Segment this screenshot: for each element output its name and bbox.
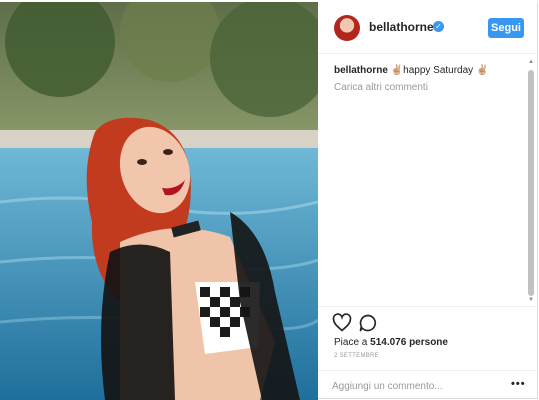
heart-icon[interactable] <box>332 313 352 333</box>
post-caption: bellathorne ✌🏼happy Saturday ✌🏼 <box>334 65 488 76</box>
post-details-panel: bellathorne ✓ Segui bellathorne ✌🏼happy … <box>318 2 538 399</box>
avatar[interactable] <box>334 15 360 41</box>
username-link[interactable]: bellathorne <box>369 20 434 34</box>
caption-text: ✌🏼happy Saturday ✌🏼 <box>387 65 489 76</box>
likes-count[interactable]: Piace a 514.076 persone <box>334 337 448 348</box>
caption-username-link[interactable]: bellathorne <box>334 65 388 76</box>
load-more-comments-link[interactable]: Carica altri commenti <box>334 82 428 93</box>
comments-section: bellathorne ✌🏼happy Saturday ✌🏼 Carica a… <box>318 54 537 306</box>
post-header: bellathorne ✓ Segui <box>318 2 537 54</box>
comment-icon[interactable] <box>358 313 378 333</box>
comment-input[interactable] <box>332 378 492 394</box>
likes-number: 514.076 <box>370 337 407 348</box>
post-date: 2 SETTEMBRE <box>334 353 379 359</box>
more-options-icon[interactable]: ••• <box>511 378 526 390</box>
verified-badge-icon: ✓ <box>433 21 444 32</box>
likes-suffix: persone <box>406 337 448 348</box>
likes-prefix: Piace a <box>334 337 371 348</box>
comments-scrollbar[interactable]: ▲ ▼ <box>526 58 536 304</box>
scrollbar-thumb[interactable] <box>528 70 534 296</box>
post-photo[interactable] <box>0 2 318 400</box>
post-actions: Piace a 514.076 persone 2 SETTEMBRE ••• <box>318 306 537 399</box>
follow-button[interactable]: Segui <box>488 18 524 38</box>
scroll-down-icon[interactable]: ▼ <box>527 296 535 304</box>
scroll-up-icon[interactable]: ▲ <box>527 58 535 66</box>
comment-form: ••• <box>318 370 537 400</box>
